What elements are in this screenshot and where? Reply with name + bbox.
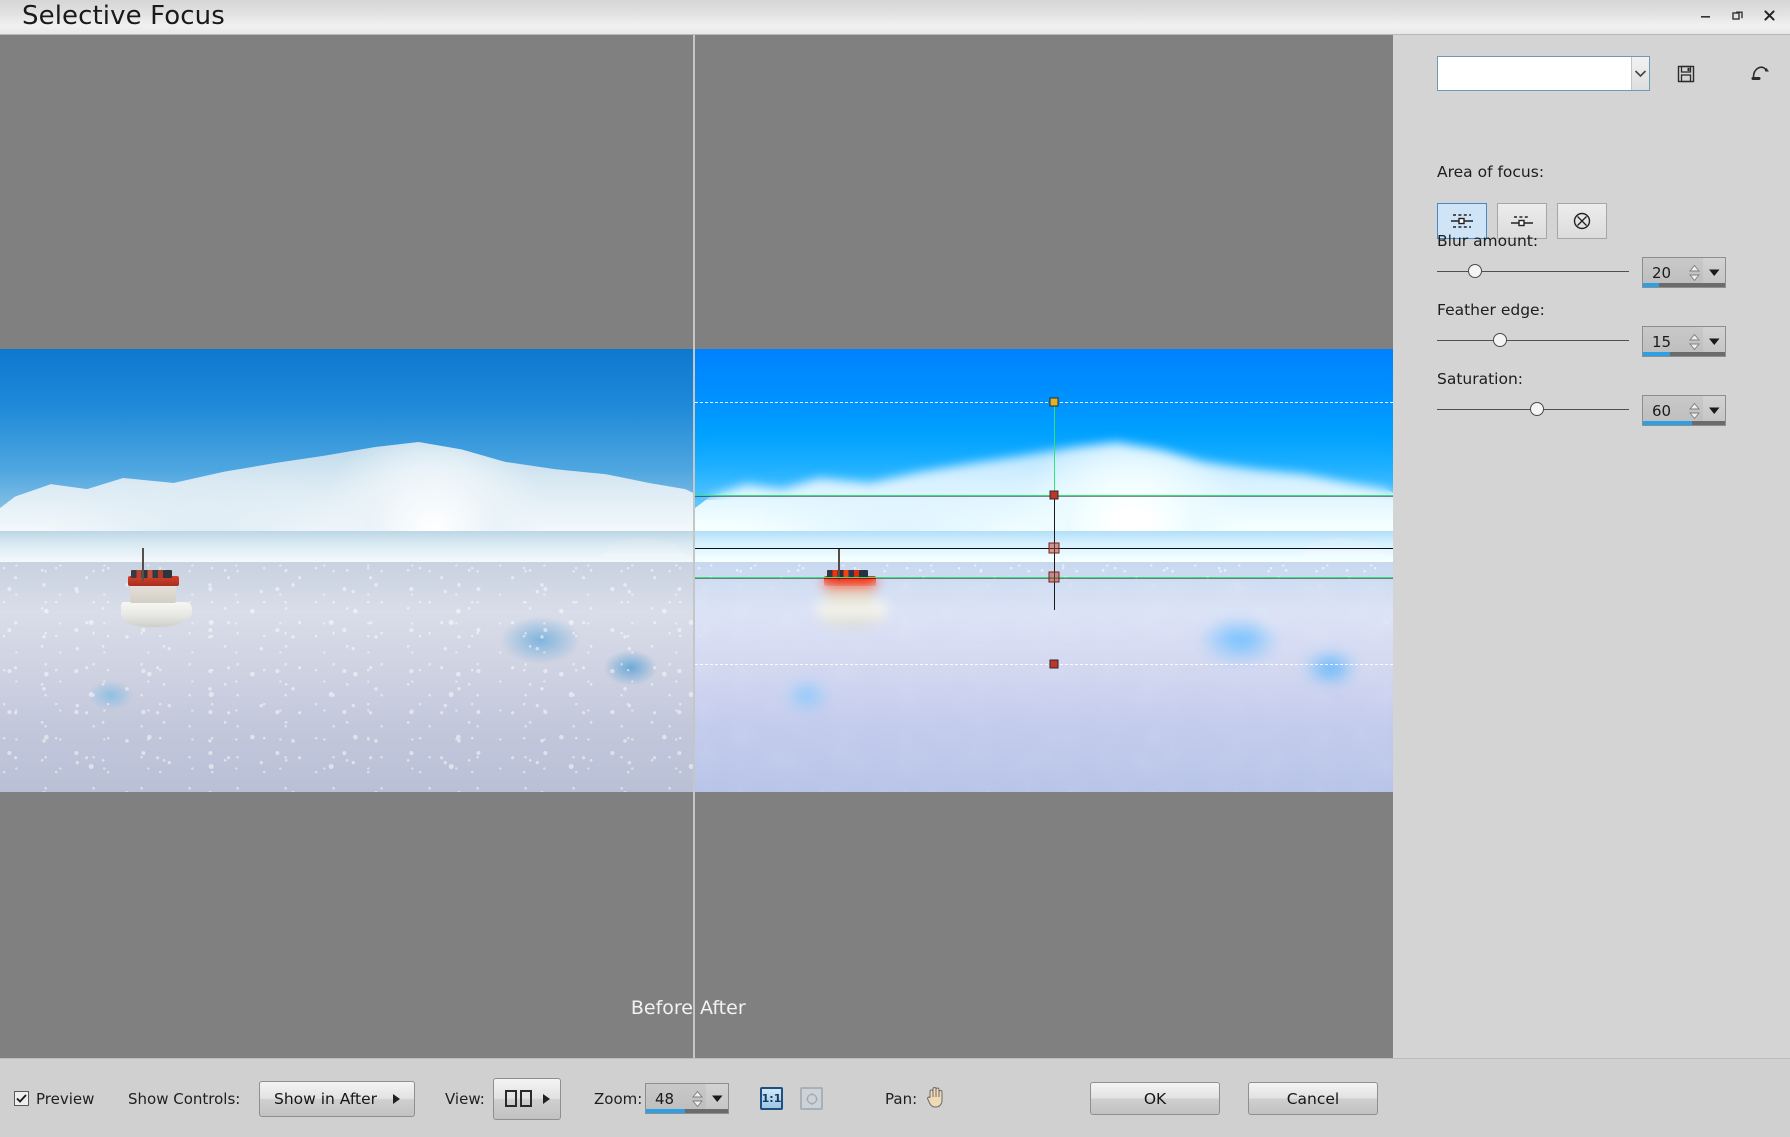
boat bbox=[121, 547, 192, 637]
feather-edge-row: 15 bbox=[1393, 324, 1790, 358]
before-image-pane[interactable] bbox=[0, 349, 693, 792]
fit-to-window-icon-button[interactable] bbox=[800, 1087, 823, 1110]
area-of-focus-label: Area of focus: bbox=[1437, 163, 1545, 181]
zoom-label: Zoom: bbox=[594, 1089, 643, 1108]
after-label: After bbox=[700, 997, 746, 1019]
zoom-actual-size-group: 1:1 bbox=[760, 1059, 783, 1137]
split-view-icon bbox=[504, 1090, 532, 1107]
ok-button-group: OK bbox=[1090, 1059, 1220, 1137]
blur-amount-progress bbox=[1643, 283, 1725, 287]
show-in-after-label: Show in After bbox=[273, 1089, 378, 1108]
restore-button[interactable] bbox=[1722, 2, 1752, 28]
close-button[interactable] bbox=[1754, 2, 1784, 28]
fit-to-window-group bbox=[800, 1059, 823, 1137]
feather-edge-stepper[interactable]: 15 bbox=[1642, 326, 1726, 357]
before-label: Before bbox=[630, 997, 693, 1019]
pan-label: Pan: bbox=[885, 1089, 918, 1108]
chevron-right-icon bbox=[393, 1093, 401, 1104]
preview-canvas[interactable]: Before After bbox=[0, 35, 1393, 1058]
preview-checkbox-group[interactable]: Preview bbox=[14, 1059, 94, 1137]
feather-edge-track[interactable] bbox=[1437, 340, 1629, 341]
boat-passengers bbox=[131, 570, 173, 579]
zoom-group: 48 bbox=[645, 1059, 729, 1137]
saturation-row: 60 bbox=[1393, 393, 1790, 427]
reset-icon[interactable] bbox=[1744, 58, 1776, 90]
show-controls-group: Show in After bbox=[259, 1059, 415, 1137]
after-image-pane[interactable] bbox=[695, 349, 1393, 792]
view-mode-group bbox=[493, 1059, 561, 1137]
blur-amount-row: 20 bbox=[1393, 255, 1790, 289]
pan-tool-group bbox=[925, 1059, 947, 1137]
saturation-label: Saturation: bbox=[1437, 370, 1524, 388]
boat-mast bbox=[838, 547, 841, 582]
preset-combobox[interactable] bbox=[1437, 56, 1650, 91]
feather-edge-label: Feather edge: bbox=[1437, 301, 1545, 319]
boat-hull bbox=[121, 601, 192, 627]
view-label: View: bbox=[445, 1089, 485, 1108]
boat-passengers bbox=[827, 570, 869, 579]
ok-button[interactable]: OK bbox=[1090, 1082, 1220, 1115]
saturation-thumb[interactable] bbox=[1530, 402, 1544, 416]
ice-grain-layer bbox=[0, 561, 693, 792]
page-title: Selective Focus bbox=[22, 1, 225, 31]
saturation-stepper[interactable]: 60 bbox=[1642, 395, 1726, 426]
title-bar: Selective Focus bbox=[0, 0, 1790, 35]
before-after-labels: Before After bbox=[0, 997, 1393, 1027]
blur-amount-track[interactable] bbox=[1437, 271, 1629, 272]
one-to-one-button[interactable]: 1:1 bbox=[760, 1087, 783, 1110]
cancel-button[interactable]: Cancel bbox=[1248, 1082, 1378, 1115]
radial-off-icon-button[interactable] bbox=[1557, 203, 1607, 239]
feather-edge-thumb[interactable] bbox=[1493, 333, 1507, 347]
show-in-after-button[interactable]: Show in After bbox=[259, 1080, 415, 1117]
after-photo bbox=[695, 349, 1393, 792]
chevron-down-icon[interactable] bbox=[1631, 57, 1649, 90]
preview-label: Preview bbox=[36, 1089, 95, 1108]
window-controls bbox=[1690, 0, 1784, 30]
image-compare-strip bbox=[0, 349, 1393, 792]
chevron-right-icon bbox=[542, 1093, 550, 1104]
saturation-progress bbox=[1643, 421, 1725, 425]
before-after-divider[interactable] bbox=[693, 35, 695, 1058]
settings-panel: ? Area of focus: bbox=[1393, 35, 1790, 1058]
blur-amount-thumb[interactable] bbox=[1468, 264, 1482, 278]
split-view-icon-button[interactable] bbox=[493, 1077, 561, 1120]
blur-amount-stepper[interactable]: 20 bbox=[1642, 257, 1726, 288]
preview-checkbox[interactable] bbox=[14, 1091, 29, 1106]
cancel-button-group: Cancel bbox=[1248, 1059, 1378, 1137]
hand-icon[interactable] bbox=[925, 1084, 947, 1113]
boat bbox=[817, 547, 889, 637]
bottom-toolbar: Preview Show Controls: Show in After Vie… bbox=[0, 1058, 1790, 1137]
preset-row: ? bbox=[1437, 56, 1790, 91]
show-controls-label: Show Controls: bbox=[128, 1089, 241, 1108]
before-photo bbox=[0, 349, 693, 792]
zoom-progress bbox=[646, 1109, 728, 1113]
ice-grain-layer bbox=[695, 561, 1393, 792]
minimize-button[interactable] bbox=[1690, 2, 1720, 28]
zoom-stepper[interactable]: 48 bbox=[645, 1083, 729, 1114]
boat-hull bbox=[817, 601, 889, 627]
blur-amount-label: Blur amount: bbox=[1437, 232, 1539, 250]
save-icon[interactable] bbox=[1670, 58, 1702, 90]
preset-input[interactable] bbox=[1438, 57, 1631, 90]
selective-focus-dialog: Selective Focus Before After Area of foc… bbox=[0, 0, 1790, 1137]
feather-edge-progress bbox=[1643, 352, 1725, 356]
boat-mast bbox=[142, 547, 145, 582]
